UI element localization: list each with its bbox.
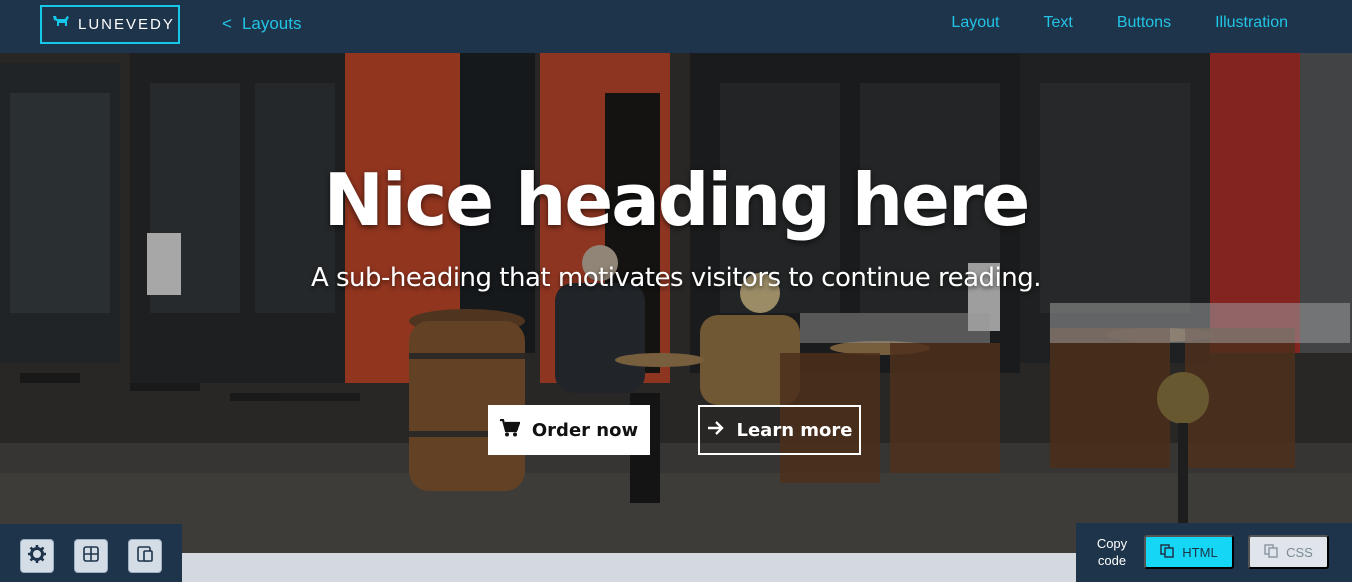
back-to-layouts-link[interactable]: < Layouts xyxy=(222,14,301,34)
hero-subheading: A sub-heading that motivates visitors to… xyxy=(310,263,1042,293)
copy-css-button[interactable]: CSS xyxy=(1248,535,1329,569)
hero-section: Nice heading here A sub-heading that mot… xyxy=(0,53,1352,553)
hero-dark-overlay xyxy=(0,53,1352,553)
brand-logo[interactable]: LUNEVEDY xyxy=(40,5,180,44)
order-now-label: Order now xyxy=(531,419,639,441)
chevron-left-icon: < xyxy=(222,14,232,33)
responsive-view-button[interactable] xyxy=(128,539,162,573)
copy-code-label: Copy code xyxy=(1096,535,1128,569)
learn-more-button[interactable]: Learn more xyxy=(698,405,861,455)
main-nav: Layout Text Buttons Illustration xyxy=(907,14,1288,32)
arrow-right-icon xyxy=(707,420,725,441)
nav-item-buttons[interactable]: Buttons xyxy=(1117,14,1171,32)
mobile-view-icon xyxy=(137,545,153,567)
learn-more-label: Learn more xyxy=(736,419,853,441)
top-navbar: LUNEVEDY < Layouts Layout Text Buttons I… xyxy=(0,0,1352,53)
copy-code-panel: Copy code HTML CSS xyxy=(1076,523,1352,582)
page-builder-canvas: LUNEVEDY < Layouts Layout Text Buttons I… xyxy=(0,0,1352,582)
dog-logo-icon xyxy=(52,14,70,35)
back-link-label: Layouts xyxy=(241,14,302,33)
copy-icon xyxy=(1160,543,1175,561)
grid-view-button[interactable] xyxy=(74,539,108,573)
nav-item-illustration[interactable]: Illustration xyxy=(1215,14,1288,32)
copy-html-button[interactable]: HTML xyxy=(1144,535,1234,569)
copy-label-line1: Copy xyxy=(1096,536,1128,551)
editor-tools-panel xyxy=(0,524,182,582)
hero-heading: Nice heading here xyxy=(323,158,1031,242)
cart-icon xyxy=(499,418,521,442)
settings-button[interactable] xyxy=(20,539,54,573)
nav-item-text[interactable]: Text xyxy=(1043,14,1072,32)
nav-item-layout[interactable]: Layout xyxy=(951,14,999,32)
brand-name: LUNEVEDY xyxy=(78,16,175,33)
gear-icon xyxy=(28,544,46,568)
grid-icon xyxy=(83,545,99,567)
copy-label-line2: code xyxy=(1097,553,1127,568)
order-now-button[interactable]: Order now xyxy=(488,405,650,455)
css-label: CSS xyxy=(1286,544,1313,560)
html-label: HTML xyxy=(1182,544,1218,560)
copy-icon xyxy=(1264,543,1278,561)
